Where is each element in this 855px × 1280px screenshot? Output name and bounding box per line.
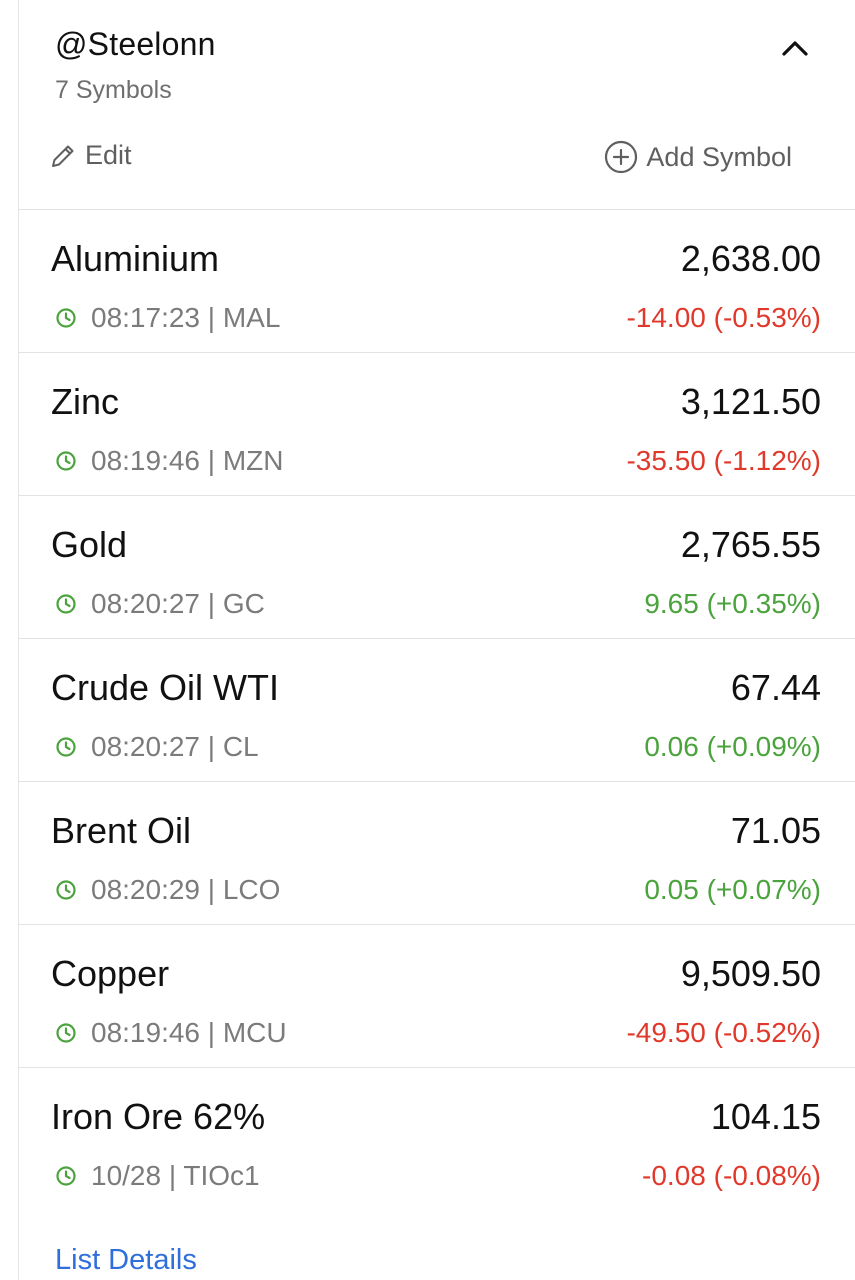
symbol-time-code: 10/28 | TIOc1 <box>91 1160 260 1191</box>
clock-icon <box>56 880 76 900</box>
symbol-name: Iron Ore 62% <box>51 1096 266 1137</box>
symbol-meta: 10/28 | TIOc1 <box>55 1160 260 1192</box>
symbol-meta: 08:20:29 | LCO <box>55 874 280 906</box>
symbol-time-code: 08:20:29 | LCO <box>91 874 281 905</box>
symbol-price: 67.44 <box>730 667 821 708</box>
clock-icon <box>56 1023 76 1043</box>
symbol-change: -49.50 (-0.52%) <box>626 1017 821 1048</box>
clock-icon <box>56 737 76 757</box>
symbol-name: Copper <box>51 953 170 994</box>
symbol-name: Zinc <box>51 381 120 422</box>
symbol-change: -0.08 (-0.08%) <box>642 1160 821 1191</box>
symbol-time-code: 08:20:27 | CL <box>91 731 259 762</box>
symbol-count: 7 Symbols <box>55 76 172 104</box>
symbol-row[interactable]: Brent Oil 71.05 08:20:29 | LCO 0.05 (+0.… <box>19 782 855 925</box>
symbol-price: 9,509.50 <box>680 953 821 994</box>
symbol-row[interactable]: Copper 9,509.50 08:19:46 | MCU -49.50 (-… <box>19 925 855 1068</box>
symbol-price: 104.15 <box>710 1096 821 1137</box>
symbol-time-code: 08:19:46 | MCU <box>91 1017 287 1048</box>
symbol-price: 71.05 <box>730 810 821 851</box>
add-symbol-label: Add Symbol <box>646 141 792 172</box>
clock-icon <box>56 594 76 614</box>
symbol-meta: 08:19:46 | MCU <box>55 1017 287 1049</box>
symbol-meta: 08:20:27 | GC <box>55 588 265 620</box>
symbol-list: Aluminium 2,638.00 08:17:23 | MAL -14.00… <box>19 210 855 1211</box>
symbol-change: -14.00 (-0.53%) <box>626 302 821 333</box>
clock-icon <box>56 1166 76 1186</box>
edit-label: Edit <box>85 140 132 170</box>
symbol-row[interactable]: Zinc 3,121.50 08:19:46 | MZN -35.50 (-1.… <box>19 353 855 496</box>
collapse-button[interactable] <box>775 28 815 68</box>
chevron-up-icon <box>782 41 808 56</box>
symbol-change: 0.05 (+0.07%) <box>644 874 821 905</box>
symbol-price: 2,765.55 <box>680 524 821 565</box>
symbol-time-code: 08:20:27 | GC <box>91 588 265 619</box>
symbol-name: Gold <box>51 524 128 565</box>
watchlist-card: @Steelonn 7 Symbols Edit Add Symbol Alum… <box>18 0 855 1280</box>
symbol-change: -35.50 (-1.12%) <box>626 445 821 476</box>
symbol-meta: 08:20:27 | CL <box>55 731 259 763</box>
symbol-time-code: 08:17:23 | MAL <box>91 302 281 333</box>
edit-button[interactable]: Edit <box>49 140 132 171</box>
plus-circle-icon <box>605 140 638 174</box>
symbol-name: Brent Oil <box>51 810 192 851</box>
symbol-meta: 08:17:23 | MAL <box>55 302 280 334</box>
symbol-change: 9.65 (+0.35%) <box>644 588 821 619</box>
symbol-price: 2,638.00 <box>680 238 821 279</box>
watchlist-header: @Steelonn 7 Symbols Edit Add Symbol <box>19 0 855 210</box>
watchlist-title: @Steelonn <box>55 26 216 62</box>
symbol-row[interactable]: Crude Oil WTI 67.44 08:20:27 | CL 0.06 (… <box>19 639 855 782</box>
symbol-row[interactable]: Gold 2,765.55 08:20:27 | GC 9.65 (+0.35%… <box>19 496 855 639</box>
pencil-icon <box>52 145 74 167</box>
clock-icon <box>56 308 76 328</box>
symbol-row[interactable]: Iron Ore 62% 104.15 10/28 | TIOc1 -0.08 … <box>19 1068 855 1211</box>
add-symbol-button[interactable]: Add Symbol <box>604 140 792 174</box>
symbol-time-code: 08:19:46 | MZN <box>91 445 284 476</box>
symbol-row[interactable]: Aluminium 2,638.00 08:17:23 | MAL -14.00… <box>19 210 855 353</box>
clock-icon <box>56 451 76 471</box>
symbol-price: 3,121.50 <box>680 381 821 422</box>
symbol-name: Crude Oil WTI <box>51 667 280 708</box>
list-details-link[interactable]: List Details <box>55 1244 197 1277</box>
symbol-change: 0.06 (+0.09%) <box>644 731 821 762</box>
symbol-name: Aluminium <box>51 238 220 279</box>
symbol-meta: 08:19:46 | MZN <box>55 445 283 477</box>
